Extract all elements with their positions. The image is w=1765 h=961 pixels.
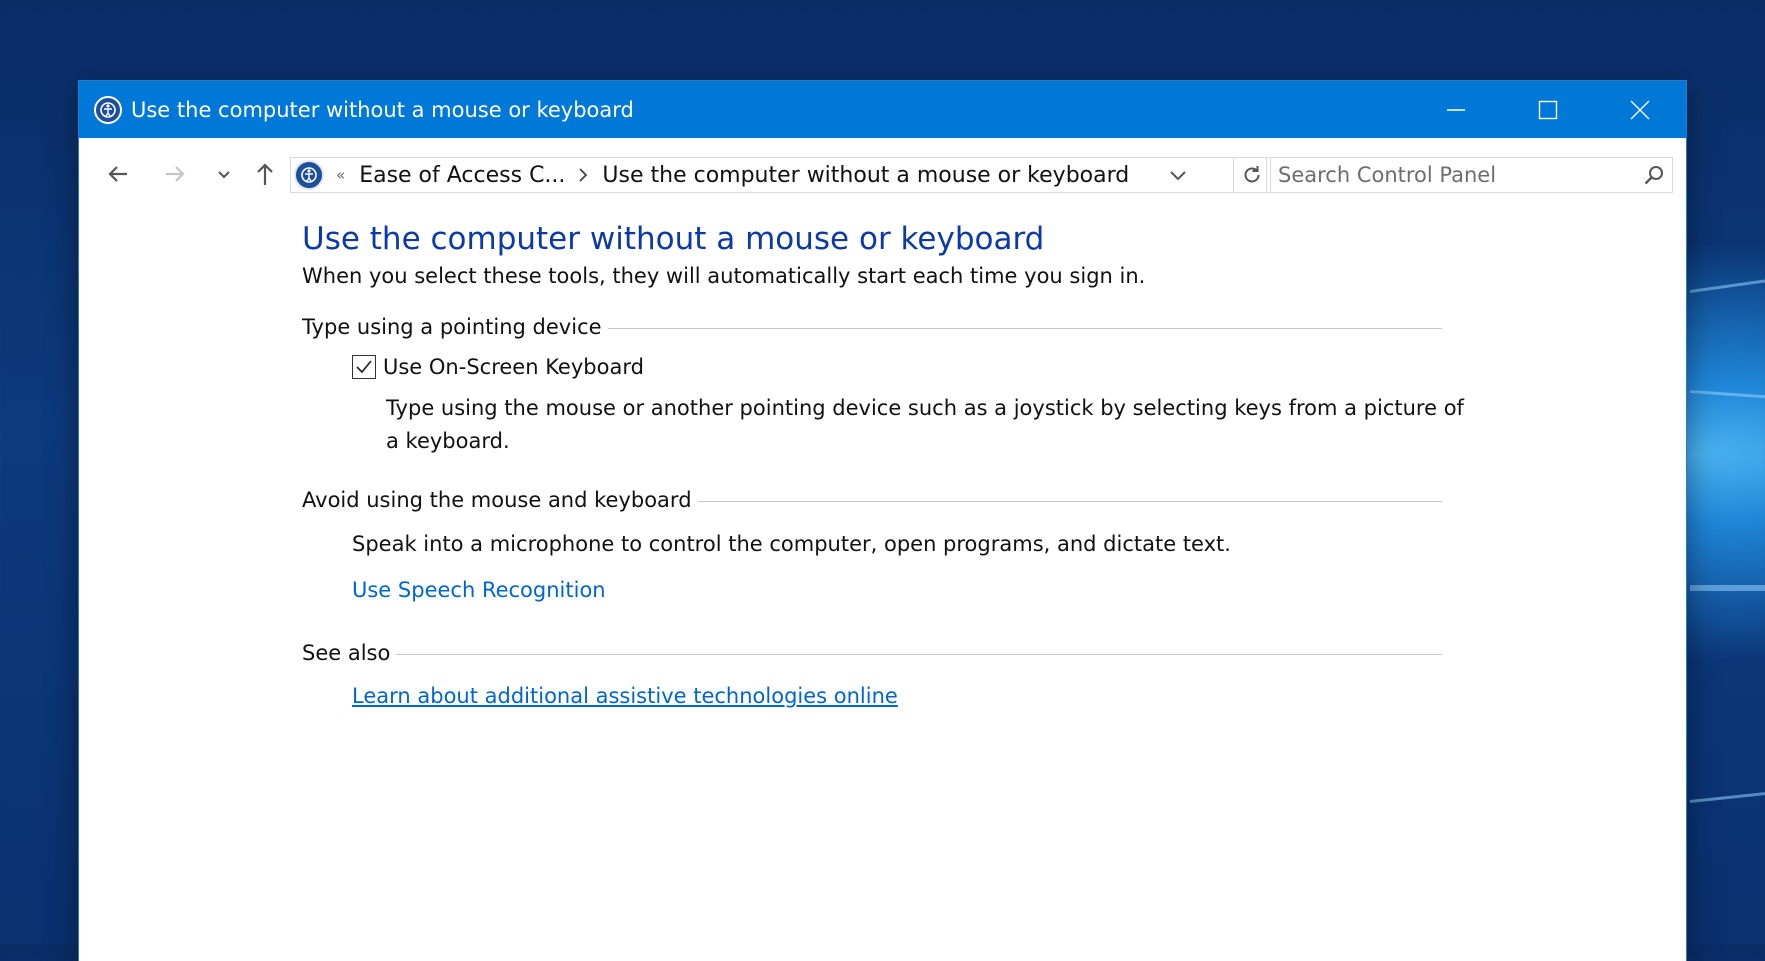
section-title: Avoid using the mouse and keyboard — [302, 488, 692, 512]
checkmark-icon — [356, 360, 372, 374]
desktop-light-beam — [1690, 585, 1765, 591]
search-input[interactable] — [1267, 158, 1636, 192]
section-header-pointing-device: Type using a pointing device — [302, 315, 1442, 339]
section-title: See also — [302, 641, 391, 665]
on-screen-keyboard-checkbox[interactable] — [352, 355, 376, 379]
intro-text: When you select these tools, they will a… — [302, 264, 1146, 288]
maximize-button[interactable] — [1502, 81, 1594, 138]
chevron-down-icon — [1170, 171, 1186, 181]
search-icon[interactable] — [1636, 164, 1672, 186]
chevron-down-icon — [218, 171, 230, 179]
chevron-right-icon[interactable] — [578, 167, 588, 183]
forward-button[interactable] — [160, 159, 190, 189]
minimize-button[interactable] — [1410, 81, 1502, 138]
maximize-icon — [1538, 100, 1558, 119]
speech-description: Speak into a microphone to control the c… — [352, 532, 1231, 556]
recent-locations-button[interactable] — [209, 159, 239, 189]
desktop-light-beam — [1689, 273, 1765, 293]
page-title: Use the computer without a mouse or keyb… — [302, 221, 1045, 257]
address-bar[interactable]: « Ease of Access C... Use the computer w… — [290, 157, 1234, 193]
speech-recognition-link[interactable]: Use Speech Recognition — [352, 575, 606, 605]
close-icon — [1630, 100, 1650, 119]
main-content: Use the computer without a mouse or keyb… — [302, 219, 1464, 711]
section-header-avoid-mouse-keyboard: Avoid using the mouse and keyboard — [302, 488, 1442, 512]
search-box[interactable] — [1266, 157, 1673, 193]
control-panel-window: Use the computer without a mouse or keyb… — [79, 81, 1686, 961]
refresh-icon — [1244, 166, 1260, 183]
desktop-light-beam — [1689, 390, 1765, 402]
section-divider — [396, 654, 1442, 655]
forward-arrow-icon — [166, 166, 185, 182]
up-arrow-icon — [257, 163, 273, 185]
assistive-technologies-link[interactable]: Learn about additional assistive technol… — [352, 681, 898, 711]
title-bar[interactable]: Use the computer without a mouse or keyb… — [79, 81, 1686, 138]
checkbox-label[interactable]: Use On-Screen Keyboard — [383, 355, 644, 379]
section-title: Type using a pointing device — [302, 315, 602, 339]
navigation-bar: « Ease of Access C... Use the computer w… — [79, 138, 1686, 204]
section-header-see-also: See also — [302, 641, 1442, 665]
section-divider — [607, 328, 1442, 329]
ease-of-access-icon — [294, 160, 324, 190]
up-button[interactable] — [250, 159, 280, 189]
breadcrumb-overflow[interactable]: « — [336, 166, 345, 184]
back-arrow-icon — [108, 166, 127, 182]
close-button[interactable] — [1594, 81, 1686, 138]
address-dropdown-button[interactable] — [1161, 158, 1195, 192]
desktop-light-beam — [1689, 787, 1765, 803]
breadcrumb-item-current[interactable]: Use the computer without a mouse or keyb… — [602, 163, 1129, 188]
ease-of-access-icon — [94, 95, 122, 124]
on-screen-keyboard-option[interactable]: Use On-Screen Keyboard — [352, 355, 1442, 379]
breadcrumb-item-ease-of-access[interactable]: Ease of Access C... — [359, 163, 565, 188]
on-screen-keyboard-description: Type using the mouse or another pointing… — [386, 396, 1464, 453]
window-title: Use the computer without a mouse or keyb… — [131, 97, 634, 122]
minimize-icon — [1447, 108, 1465, 111]
back-button[interactable] — [103, 159, 133, 189]
section-divider — [697, 501, 1442, 502]
